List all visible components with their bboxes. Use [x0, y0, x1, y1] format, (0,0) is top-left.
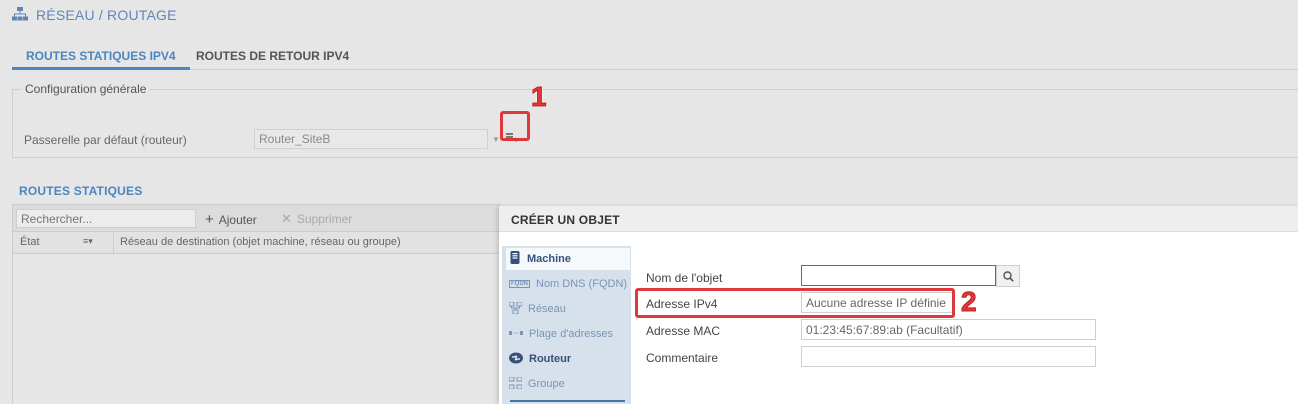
sidebar-item-label: Routeur: [529, 353, 572, 365]
sidebar-item-address-range[interactable]: Plage d'adresses: [506, 323, 630, 345]
sidebar-item-network[interactable]: Réseau: [506, 298, 630, 320]
highlight-box-2: [635, 288, 955, 318]
object-name-label: Nom de l'objet: [646, 271, 723, 285]
sidebar-item-label: Plage d'adresses: [529, 328, 614, 340]
sidebar-item-label: Réseau: [528, 303, 566, 315]
default-gateway-label: Passerelle par défaut (routeur): [24, 133, 187, 147]
machine-icon: [509, 251, 521, 267]
mac-address-label: Adresse MAC: [646, 324, 721, 338]
tab-return-routes-ipv4[interactable]: ROUTES DE RETOUR IPV4: [182, 44, 363, 70]
column-header-destination[interactable]: Réseau de destination (objet machine, ré…: [120, 236, 401, 248]
general-config-legend: Configuration générale: [25, 82, 147, 96]
annotation-badge-2: 2: [961, 286, 978, 318]
object-type-sidebar: Machine FQDN Nom DNS (FQDN) Réseau Plage…: [502, 246, 631, 404]
general-config-panel: Configuration générale Passerelle par dé…: [12, 82, 1298, 158]
annotation-badge-1: 1: [531, 81, 548, 113]
sidebar-item-machine[interactable]: Machine: [506, 248, 630, 270]
dialog-header: CRÉER UN OBJET: [499, 206, 1298, 232]
sidebar-item-fqdn[interactable]: FQDN Nom DNS (FQDN): [506, 273, 630, 295]
delete-button[interactable]: ✕ Supprimer: [281, 211, 352, 227]
search-input[interactable]: [16, 209, 196, 228]
sidebar-item-group[interactable]: Groupe: [506, 373, 630, 395]
column-divider: [113, 232, 114, 253]
sidebar-item-router[interactable]: Routeur: [506, 348, 630, 370]
page-header: RÉSEAU / ROUTAGE: [12, 6, 177, 24]
sort-icon[interactable]: ≡▾: [83, 236, 93, 247]
plus-icon: +: [205, 211, 214, 228]
sidebar-bottom-divider: [510, 400, 625, 402]
dialog-title: CRÉER UN OBJET: [511, 213, 620, 227]
add-button-label: Ajouter: [218, 212, 257, 227]
routes-grid-header: État ≡▾ Réseau de destination (objet mac…: [12, 232, 500, 254]
page-title: RÉSEAU / ROUTAGE: [36, 7, 177, 23]
add-button[interactable]: + Ajouter: [205, 211, 257, 228]
routes-grid-body: [12, 254, 500, 404]
sidebar-item-label: Nom DNS (FQDN): [536, 278, 628, 290]
column-header-state[interactable]: État: [20, 236, 40, 248]
tab-bar: ROUTES STATIQUES IPV4 ROUTES DE RETOUR I…: [12, 44, 1298, 70]
group-icon: [508, 376, 523, 392]
close-icon: ✕: [281, 211, 292, 226]
fqdn-icon: FQDN: [509, 280, 530, 288]
comment-label: Commentaire: [646, 351, 719, 365]
comment-input[interactable]: [801, 346, 1096, 367]
sidebar-item-label: Groupe: [528, 378, 565, 390]
mac-address-input[interactable]: [801, 319, 1096, 340]
network-icon: [12, 6, 28, 24]
highlight-box-1: [500, 111, 530, 141]
static-routes-title: ROUTES STATIQUES: [19, 184, 143, 198]
default-gateway-input[interactable]: [254, 129, 488, 149]
network-icon: [508, 301, 523, 317]
routes-toolbar: + Ajouter ✕ Supprimer: [12, 204, 500, 232]
router-icon: [509, 352, 523, 367]
sidebar-item-label: Machine: [527, 253, 572, 265]
object-name-input[interactable]: [801, 265, 996, 286]
tab-static-routes-ipv4[interactable]: ROUTES STATIQUES IPV4: [12, 44, 190, 70]
search-icon[interactable]: [996, 265, 1020, 287]
address-range-icon: [509, 328, 523, 340]
dropdown-caret-icon[interactable]: ▼: [492, 135, 500, 144]
delete-button-label: Supprimer: [296, 212, 353, 226]
